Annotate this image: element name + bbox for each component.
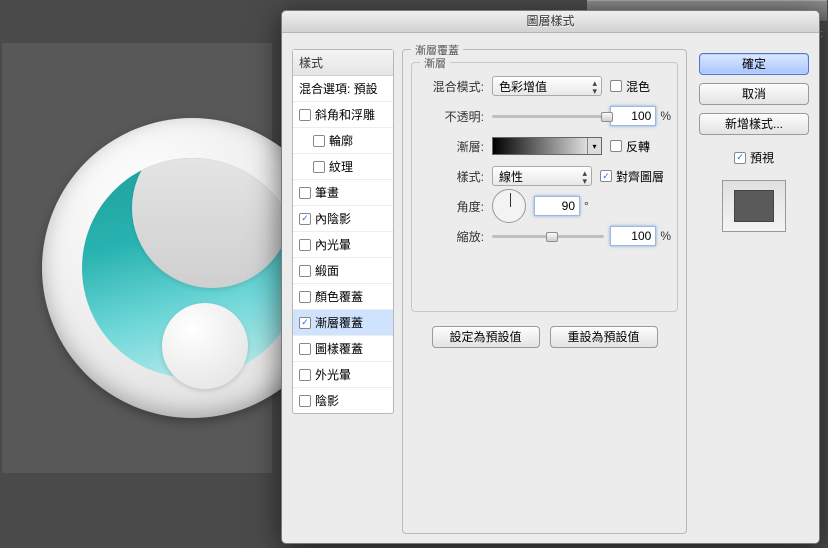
scale-slider-knob[interactable] [546,232,558,242]
style-row-checkbox[interactable] [299,317,311,329]
scale-unit: % [660,229,671,243]
style-row-2[interactable]: 紋理 [293,154,393,180]
new-style-button[interactable]: 新增樣式... [699,113,809,135]
blending-options-label: 混合選項: 預設 [299,80,378,97]
reverse-checkbox[interactable] [610,140,622,152]
style-list: 樣式 混合選項: 預設 斜角和浮雕輪廓紋理筆畫內陰影內光暈緞面顏色覆蓋漸層覆蓋圖… [292,49,394,414]
dialog-right-column: 確定 取消 新增樣式... 預視 [699,53,809,232]
preview-swatch [722,180,786,232]
gradient-group: 漸層 混合模式: 色彩增值 ▴▾ 混色 不透明: [411,62,678,312]
style-row-0[interactable]: 斜角和浮雕 [293,102,393,128]
opacity-input[interactable]: 100 [610,106,656,126]
angle-dial[interactable] [492,189,526,223]
chevron-updown-icon: ▴▾ [582,169,587,185]
dither-label: 混色 [626,78,650,95]
angle-label: 角度: [412,198,484,215]
style-row-label: 外光暈 [315,366,351,383]
style-row-1[interactable]: 輪廓 [293,128,393,154]
preview-label: 預視 [750,149,774,166]
style-row-label: 斜角和浮雕 [315,106,375,123]
scale-label: 縮放: [412,228,484,245]
dialog-title: 圖層樣式 [282,11,819,33]
style-row-10[interactable]: 外光暈 [293,362,393,388]
style-row-label: 輪廓 [329,132,353,149]
angle-unit: ° [584,199,589,213]
blending-options-row[interactable]: 混合選項: 預設 [293,76,393,102]
style-row-checkbox[interactable] [299,109,311,121]
cancel-button[interactable]: 取消 [699,83,809,105]
style-row-7[interactable]: 顏色覆蓋 [293,284,393,310]
style-row-label: 陰影 [315,392,339,409]
style-row-label: 漸層覆蓋 [315,314,363,331]
blend-mode-label: 混合模式: [412,78,484,95]
gradient-swatch[interactable]: ▾ [492,137,602,155]
reset-default-button[interactable]: 重設為預設值 [550,326,658,348]
opacity-slider-knob[interactable] [601,112,613,122]
ok-button[interactable]: 確定 [699,53,809,75]
gradient-dropdown-icon[interactable]: ▾ [587,138,601,154]
style-row-checkbox[interactable] [299,291,311,303]
style-row-9[interactable]: 圖樣覆蓋 [293,336,393,362]
style-row-checkbox[interactable] [299,395,311,407]
style-row-label: 顏色覆蓋 [315,288,363,305]
angle-dial-hand [510,193,511,207]
scale-slider[interactable] [492,228,604,244]
document-canvas [2,43,272,473]
blend-mode-select[interactable]: 色彩增值 ▴▾ [492,76,602,96]
style-row-label: 內陰影 [315,210,351,227]
style-row-6[interactable]: 緞面 [293,258,393,284]
opacity-slider[interactable] [492,108,604,124]
style-row-label: 筆畫 [315,184,339,201]
preview-checkbox[interactable] [734,152,746,164]
style-row-checkbox[interactable] [313,161,325,173]
blend-mode-value: 色彩增值 [499,78,547,95]
style-row-label: 緞面 [315,262,339,279]
align-checkbox[interactable] [600,170,612,182]
reverse-label: 反轉 [626,138,650,155]
style-row-checkbox[interactable] [299,239,311,251]
style-row-checkbox[interactable] [313,135,325,147]
style-row-checkbox[interactable] [299,213,311,225]
preview-swatch-inner [734,190,774,222]
set-default-button[interactable]: 設定為預設值 [432,326,540,348]
style-label: 樣式: [412,168,484,185]
layer-preview-dot [162,303,248,389]
opacity-unit: % [660,109,671,123]
style-row-label: 紋理 [329,158,353,175]
gradient-label: 漸層: [412,138,484,155]
style-row-checkbox[interactable] [299,369,311,381]
style-row-3[interactable]: 筆畫 [293,180,393,206]
gradient-group-title: 漸層 [420,55,450,71]
scale-input[interactable]: 100 [610,226,656,246]
opacity-label: 不透明: [412,108,484,125]
style-select[interactable]: 線性 ▴▾ [492,166,592,186]
style-row-checkbox[interactable] [299,265,311,277]
style-row-4[interactable]: 內陰影 [293,206,393,232]
style-row-checkbox[interactable] [299,343,311,355]
angle-input[interactable]: 90 [534,196,580,216]
chevron-updown-icon: ▴▾ [592,79,597,95]
style-row-11[interactable]: 陰影 [293,388,393,413]
align-label: 對齊圖層 [616,168,664,185]
style-row-8[interactable]: 漸層覆蓋 [293,310,393,336]
layer-style-dialog: 圖層樣式 樣式 混合選項: 預設 斜角和浮雕輪廓紋理筆畫內陰影內光暈緞面顏色覆蓋… [281,10,820,544]
style-row-checkbox[interactable] [299,187,311,199]
effect-group: 漸層覆蓋 漸層 混合模式: 色彩增值 ▴▾ 混色 不透明: [402,49,687,534]
style-row-label: 內光暈 [315,236,351,253]
style-value: 線性 [499,168,523,185]
style-list-header[interactable]: 樣式 [293,50,393,76]
style-row-5[interactable]: 內光暈 [293,232,393,258]
style-row-label: 圖樣覆蓋 [315,340,363,357]
dither-checkbox[interactable] [610,80,622,92]
